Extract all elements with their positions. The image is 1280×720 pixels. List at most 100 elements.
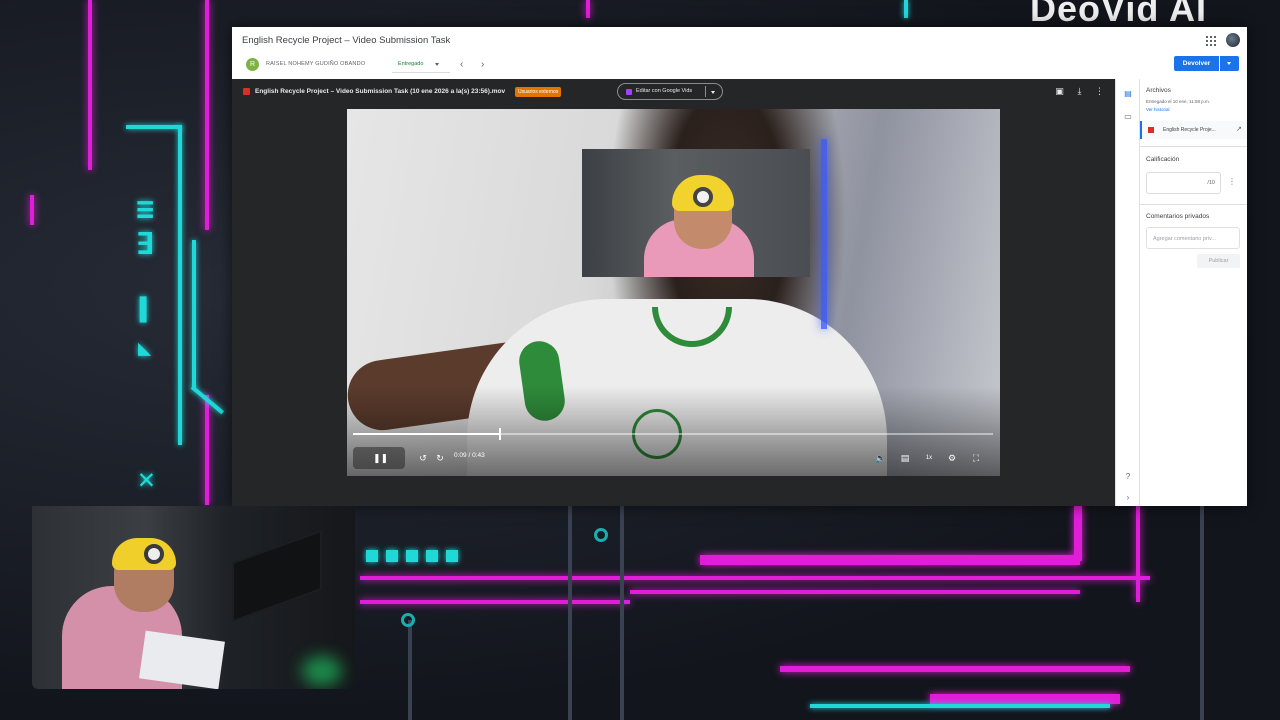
overlay-trace [30,195,34,225]
overlay-trace [178,125,182,445]
divider [705,86,706,97]
overlay-trace [88,0,92,170]
forward-10-icon[interactable]: ↻ [434,452,446,464]
files-tab-icon[interactable]: ▤ [1123,89,1133,99]
overlay-trace [620,506,624,720]
grading-panel: Archivos Entregado el 10 ene, 11:58 p.m.… [1139,79,1247,506]
history-link[interactable]: Ver historial [1146,107,1170,112]
assignment-title: English Recycle Project – Video Submissi… [242,35,451,46]
overlay-trace [205,395,209,505]
overlay-square [366,550,378,562]
files-heading: Archivos [1146,87,1171,94]
grade-max: /10 [1207,180,1215,186]
volume-icon[interactable]: 🔈 [875,452,887,464]
seek-progress [353,433,501,435]
top-bar: English Recycle Project – Video Submissi… [232,27,1247,53]
settings-gear-icon[interactable]: ⚙ [946,452,958,464]
overlay-glyph: ▌ [140,298,154,323]
overlay-trace [930,694,1120,704]
classroom-window: English Recycle Project – Video Submissi… [232,27,1247,506]
attachment-item[interactable]: English Recycle Proje... ↗ [1140,121,1247,139]
return-options-button[interactable] [1220,56,1239,71]
comments-tab-icon[interactable]: ▭ [1123,112,1133,122]
account-avatar[interactable] [1226,33,1240,47]
overlay-trace [192,240,196,390]
picture-in-picture-cam [582,149,810,277]
captions-icon[interactable]: ▤ [899,452,911,464]
overlay-trace [810,704,1110,708]
overlay-trace [205,0,209,230]
vids-icon [626,89,632,95]
private-comments-heading: Comentarios privados [1146,213,1210,220]
side-rail: ▤ ▭ ? › [1115,79,1139,506]
seek-bar[interactable] [353,428,993,440]
external-users-badge: Usuarios externos [515,87,562,97]
overlay-trace [1200,506,1204,720]
private-comment-input[interactable]: Agregar comentario priv... [1146,227,1240,249]
streamer-webcam [32,506,355,689]
playback-speed[interactable]: 1x [923,452,935,464]
overlay-glyph: ∃ [136,227,155,262]
download-icon[interactable]: ⤓ [1074,86,1085,97]
apps-grid-icon[interactable] [1206,36,1216,46]
webcam-green-light [302,656,342,686]
video-player[interactable]: ❚❚ ↺ ↻ 0:09 / 0:43 🔈 ▤ 1x ⚙ ⛶ [347,109,1000,476]
overlay-trace [1074,506,1082,561]
overlay-square [446,550,458,562]
overlay-trace [780,666,1130,672]
student-avatar: R [246,58,259,71]
overlay-trace [568,506,572,720]
submitted-timestamp: Entregado el 10 ene, 11:58 p.m. [1146,99,1210,104]
brand-watermark: DeoVid AI [1030,0,1208,29]
webcam-monitor [232,529,322,623]
comment-placeholder: Agregar comentario priv... [1153,236,1216,242]
time-display: 0:09 / 0:43 [454,452,485,459]
overlay-trace [1136,506,1140,602]
help-icon[interactable]: ? [1123,472,1133,482]
expand-icon[interactable]: › [1123,493,1133,503]
student-status: Entregado [398,61,424,67]
overlay-glyph: ◣ [138,336,152,361]
overlay-node [401,613,415,627]
overlay-trace [586,0,590,18]
video-file-icon [1148,127,1154,133]
student-status-dropdown[interactable]: Entregado [392,57,450,73]
overlay-trace [360,576,1150,580]
edit-with-vids-button[interactable]: Editar con Google Vids [617,83,723,100]
overlay-square [386,550,398,562]
edit-with-vids-label: Editar con Google Vids [636,88,693,94]
student-bar: R RAISEL NOHEMY GUDIÑO OBANDO Entregado … [232,53,1247,79]
seek-handle[interactable] [499,428,502,440]
overlay-trace [904,0,908,18]
post-button[interactable]: Publicar [1197,254,1240,268]
overlay-square [426,550,438,562]
more-vert-icon[interactable]: ⋮ [1094,86,1105,97]
overlay-glyph: ✕ [138,462,155,495]
grade-input[interactable]: /10 [1146,172,1221,194]
overlay-trace [360,600,630,604]
next-student-icon[interactable]: › [481,59,484,70]
overlay-trace [408,620,412,720]
add-comment-icon[interactable]: ▣ [1054,86,1065,97]
chevron-down-icon [1227,62,1231,65]
rewind-10-icon[interactable]: ↺ [417,452,429,464]
overlay-square [406,550,418,562]
overlay-trace [630,590,1080,594]
open-external-icon[interactable]: ↗ [1236,125,1242,133]
fullscreen-icon[interactable]: ⛶ [970,452,982,464]
divider [1140,204,1247,205]
grade-heading: Calificación [1146,156,1180,163]
student-name: RAISEL NOHEMY GUDIÑO OBANDO [266,61,366,67]
pause-icon[interactable]: ❚❚ [373,452,388,464]
overlay-glyph: ≡ [136,192,155,227]
overlay-node [594,528,608,542]
video-file-icon [243,88,250,95]
divider [1140,146,1247,147]
chevron-down-icon[interactable] [711,91,715,94]
overlay-trace [126,125,182,129]
previous-student-icon[interactable]: ‹ [460,59,463,70]
more-vert-icon[interactable]: ⋮ [1228,177,1236,186]
file-viewer: English Recycle Project – Video Submissi… [232,79,1115,506]
return-button[interactable]: Devolver [1174,56,1219,71]
viewer-toolbar: English Recycle Project – Video Submissi… [232,79,1115,105]
